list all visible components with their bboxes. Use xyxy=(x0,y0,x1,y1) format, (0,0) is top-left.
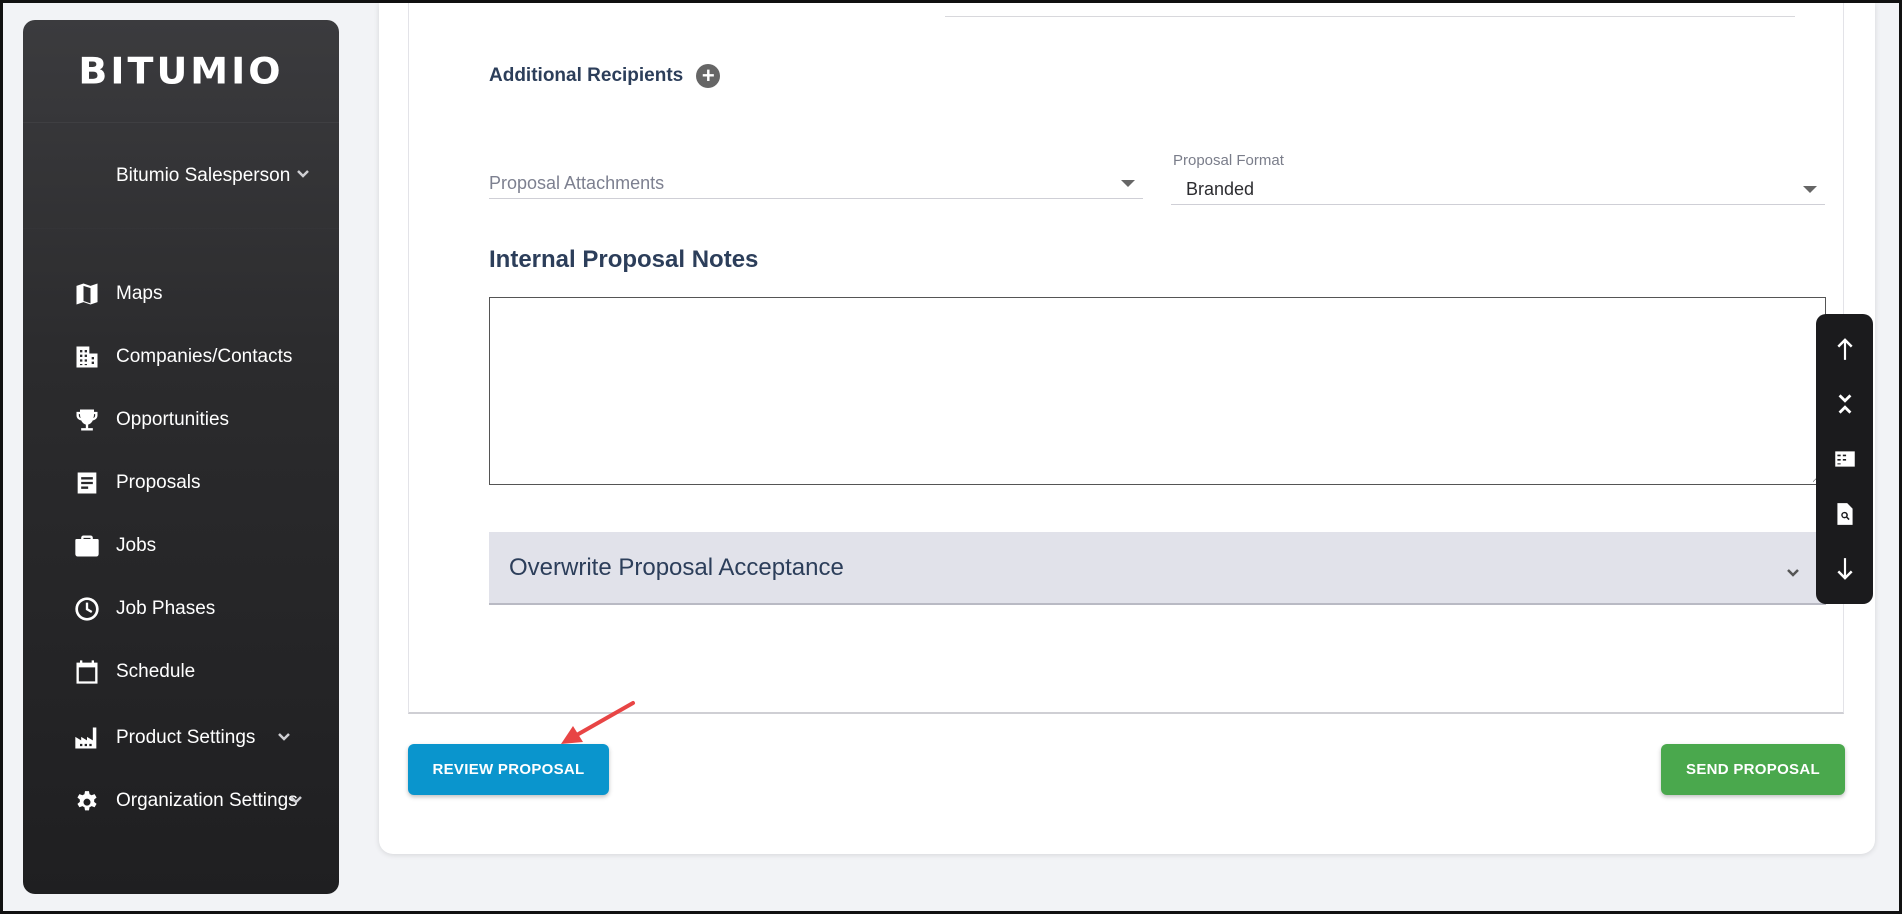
proposal-format-value: Branded xyxy=(1186,179,1255,199)
accordion-label: Overwrite Proposal Acceptance xyxy=(509,553,844,581)
sidebar-item-schedule[interactable]: Schedule xyxy=(23,640,339,703)
internal-notes-title: Internal Proposal Notes xyxy=(489,246,759,273)
collapse-icon[interactable] xyxy=(1825,382,1865,426)
document-icon xyxy=(71,467,103,499)
sidebar-item-job-phases[interactable]: Job Phases xyxy=(23,577,339,640)
sidebar-item-label: Jobs xyxy=(116,534,157,556)
proposal-form: Additional Recipients + Proposal Attachm… xyxy=(408,3,1844,714)
proposal-format-select[interactable]: Branded xyxy=(1171,175,1825,205)
dropdown-arrow-icon xyxy=(1121,180,1135,187)
add-recipient-plus-icon[interactable]: + xyxy=(696,64,721,88)
chevron-down-icon xyxy=(277,728,291,750)
additional-recipients: Additional Recipients + xyxy=(489,64,721,88)
calendar-icon xyxy=(71,656,103,688)
review-proposal-button[interactable]: REVIEW PROPOSAL xyxy=(408,744,609,795)
sidebar-item-label: Opportunities xyxy=(116,408,230,430)
map-icon xyxy=(71,278,103,310)
sidebar-item-label: Maps xyxy=(116,282,163,304)
chevron-down-icon xyxy=(289,791,303,813)
proposal-format-label: Proposal Format xyxy=(1173,152,1284,169)
sidebar: BITUMIO Bitumio Salesperson Maps Compani… xyxy=(23,20,339,894)
factory-icon xyxy=(71,722,103,754)
checklist-icon[interactable] xyxy=(1825,437,1865,481)
sidebar-item-label: Product Settings xyxy=(116,726,256,748)
sidebar-item-label: Proposals xyxy=(116,471,201,493)
briefcase-icon xyxy=(71,530,103,562)
additional-recipients-label: Additional Recipients xyxy=(489,65,684,86)
building-icon xyxy=(71,341,103,373)
divider xyxy=(945,16,1795,17)
trophy-icon xyxy=(71,404,103,436)
brand-logo-text: BITUMIO xyxy=(78,50,284,92)
user-name: Bitumio Salesperson xyxy=(116,164,291,186)
sidebar-item-product-settings[interactable]: Product Settings xyxy=(23,706,339,769)
arrow-down-icon[interactable] xyxy=(1825,547,1865,591)
arrow-up-icon[interactable] xyxy=(1825,327,1865,371)
sidebar-item-organization-settings[interactable]: Organization Settings xyxy=(23,769,339,832)
sidebar-item-jobs[interactable]: Jobs xyxy=(23,514,339,577)
chevron-down-icon xyxy=(1785,560,1801,588)
user-menu[interactable]: Bitumio Salesperson xyxy=(23,123,339,229)
sidebar-item-maps[interactable]: Maps xyxy=(23,262,339,325)
sidebar-item-label: Organization Settings xyxy=(116,789,298,811)
send-proposal-button[interactable]: SEND PROPOSAL xyxy=(1661,744,1845,795)
clock-icon xyxy=(71,593,103,625)
sidebar-item-opportunities[interactable]: Opportunities xyxy=(23,388,339,451)
internal-notes-textarea[interactable] xyxy=(489,297,1826,485)
attachments-placeholder: Proposal Attachments xyxy=(489,173,665,193)
file-search-icon[interactable] xyxy=(1825,492,1865,536)
overwrite-acceptance-accordion[interactable]: Overwrite Proposal Acceptance xyxy=(489,532,1826,605)
dropdown-arrow-icon xyxy=(1803,186,1817,193)
chevron-down-icon xyxy=(296,165,310,187)
sidebar-item-proposals[interactable]: Proposals xyxy=(23,451,339,514)
sidebar-item-label: Companies/Contacts xyxy=(116,345,293,367)
sidebar-nav: Maps Companies/Contacts Opportunities Pr… xyxy=(23,262,339,832)
sidebar-item-companies-contacts[interactable]: Companies/Contacts xyxy=(23,325,339,388)
brand-logo[interactable]: BITUMIO xyxy=(23,20,339,123)
floating-toolbar xyxy=(1816,314,1873,604)
gear-icon xyxy=(71,785,103,817)
sidebar-item-label: Job Phases xyxy=(116,597,216,619)
sidebar-item-label: Schedule xyxy=(116,660,196,682)
proposal-attachments-select[interactable]: Proposal Attachments xyxy=(489,169,1143,199)
annotation-arrow-icon xyxy=(561,701,635,744)
